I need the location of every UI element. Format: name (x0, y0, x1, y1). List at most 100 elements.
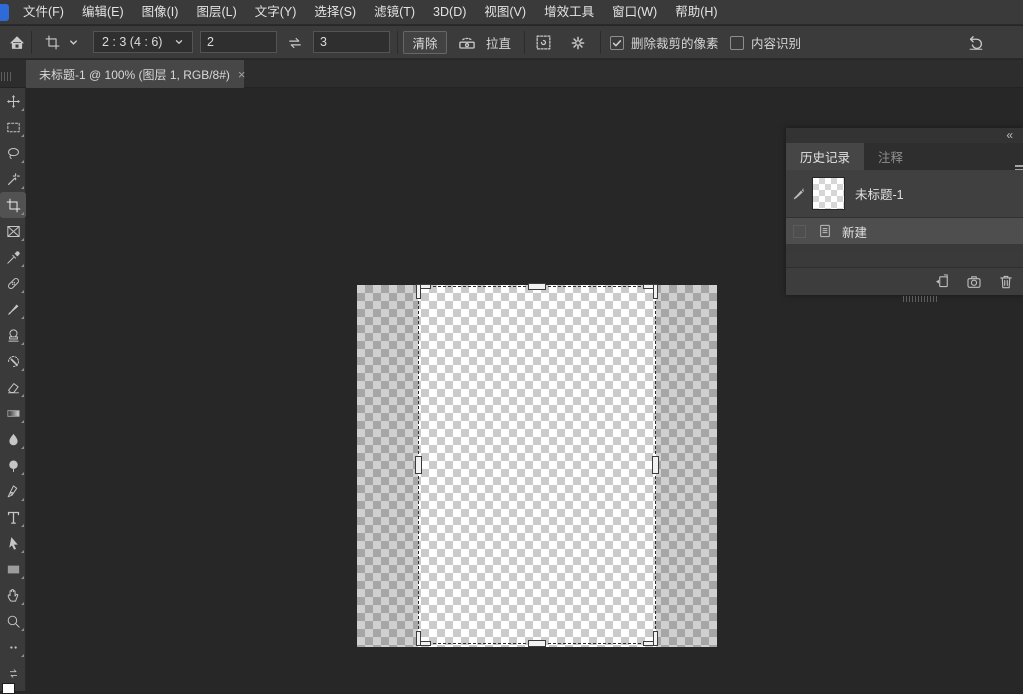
home-icon[interactable] (8, 26, 26, 59)
content-aware-checkbox[interactable] (730, 36, 744, 50)
crop-width-input[interactable] (200, 31, 277, 53)
menu-plugins[interactable]: 增效工具 (535, 0, 603, 25)
straighten-icon[interactable] (457, 26, 477, 59)
crop-tool[interactable] (0, 192, 26, 218)
menu-edit[interactable]: 编辑(E) (73, 0, 133, 25)
crop-bounding-box[interactable] (418, 286, 656, 644)
new-snapshot-camera-icon[interactable] (965, 273, 983, 291)
history-state-label: 新建 (842, 222, 867, 241)
photoshop-logo (0, 4, 9, 21)
panel-header: « (786, 128, 1023, 143)
type-tool[interactable] (0, 504, 26, 530)
menu-bar: 文件(F) 编辑(E) 图像(I) 图层(L) 文字(Y) 选择(S) 滤镜(T… (0, 0, 1023, 25)
crop-handle-top-left[interactable] (417, 285, 430, 298)
tool-preset-chevron-icon[interactable] (68, 26, 79, 59)
crop-ratio-select[interactable]: 2 : 3 (4 : 6) (93, 31, 193, 53)
tab-history[interactable]: 历史记录 (786, 143, 864, 170)
crop-tool-preset-icon[interactable] (44, 26, 61, 59)
crop-handle-right[interactable] (653, 457, 658, 473)
chevron-down-icon (174, 37, 184, 47)
menu-select[interactable]: 选择(S) (305, 0, 365, 25)
snapshot-label: 未标题-1 (855, 184, 904, 203)
history-list: 未标题-1 新建 (786, 170, 1023, 253)
shape-rectangle-tool[interactable] (0, 556, 26, 582)
separator (31, 31, 32, 54)
marquee-tool[interactable] (0, 114, 26, 140)
new-document-state-icon (812, 223, 838, 239)
menu-3d[interactable]: 3D(D) (424, 0, 475, 25)
document-checkerboard[interactable] (357, 285, 717, 647)
healing-brush-tool[interactable] (0, 270, 26, 296)
history-panel: « 历史记录 注释 未标题-1 新建 (786, 128, 1023, 295)
reset-tool-icon[interactable] (966, 26, 986, 59)
collapse-panel-icon[interactable]: « (1006, 128, 1013, 142)
snapshot-thumbnail[interactable] (812, 177, 845, 210)
close-tab-icon[interactable]: × (238, 67, 246, 82)
history-brush-source-icon[interactable] (786, 186, 812, 202)
content-aware-label: 内容识别 (751, 33, 801, 52)
check-icon (612, 38, 622, 48)
lasso-tool[interactable] (0, 140, 26, 166)
document-tab-title: 未标题-1 @ 100% (图层 1, RGB/8#) (39, 66, 230, 83)
history-source-well[interactable] (786, 225, 812, 238)
gradient-tool[interactable] (0, 400, 26, 426)
tab-notes[interactable]: 注释 (864, 143, 917, 170)
crop-handle-top[interactable] (529, 284, 545, 289)
menu-view[interactable]: 视图(V) (475, 0, 535, 25)
crop-handle-left[interactable] (416, 457, 421, 473)
hand-tool[interactable] (0, 582, 26, 608)
crop-settings-gear-icon[interactable] (569, 26, 587, 59)
path-select-tool[interactable] (0, 530, 26, 556)
history-brush-tool[interactable] (0, 348, 26, 374)
toolbar-grip[interactable] (1, 72, 13, 81)
content-aware-option[interactable]: 内容识别 (730, 26, 801, 59)
magic-wand-tool[interactable] (0, 166, 26, 192)
menu-file[interactable]: 文件(F) (14, 0, 73, 25)
document-tab[interactable]: 未标题-1 @ 100% (图层 1, RGB/8#) × (26, 60, 244, 88)
clear-button[interactable]: 清除 (403, 31, 447, 54)
frame-tool[interactable] (0, 218, 26, 244)
menu-type[interactable]: 文字(Y) (246, 0, 306, 25)
blur-tool[interactable] (0, 426, 26, 452)
delete-cropped-pixels-checkbox[interactable] (610, 36, 624, 50)
crop-height-input[interactable] (313, 31, 390, 53)
new-document-from-state-icon[interactable] (933, 273, 951, 291)
foreground-color-swatch[interactable] (2, 683, 15, 694)
menu-filter[interactable]: 滤镜(T) (365, 0, 424, 25)
menu-window[interactable]: 窗口(W) (603, 0, 666, 25)
panel-footer (786, 267, 1023, 295)
delete-state-trash-icon[interactable] (997, 273, 1015, 291)
crop-handle-bottom-right[interactable] (644, 632, 657, 645)
document-tab-bar: 未标题-1 @ 100% (图层 1, RGB/8#) × (0, 60, 1023, 88)
crop-options-bar: 2 : 3 (4 : 6) 清除 拉直 删除裁剪的像素 内容识别 (0, 26, 1023, 59)
separator (600, 31, 601, 54)
crop-overlay-options-icon[interactable] (534, 26, 553, 59)
more-tools-icon[interactable] (0, 634, 26, 660)
eraser-tool[interactable] (0, 374, 26, 400)
menu-help[interactable]: 帮助(H) (666, 0, 726, 25)
panel-tab-bar: 历史记录 注释 (786, 143, 1023, 170)
menu-image[interactable]: 图像(I) (133, 0, 188, 25)
crop-handle-top-right[interactable] (644, 285, 657, 298)
swap-width-height-icon[interactable] (286, 26, 304, 59)
straighten-label[interactable]: 拉直 (486, 26, 511, 59)
move-tool[interactable] (0, 88, 26, 114)
menu-layer[interactable]: 图层(L) (187, 0, 245, 25)
zoom-tool[interactable] (0, 608, 26, 634)
pen-tool[interactable] (0, 478, 26, 504)
dodge-tool[interactable] (0, 452, 26, 478)
history-state-row[interactable]: 新建 (786, 218, 1023, 244)
history-snapshot-row[interactable]: 未标题-1 (786, 170, 1023, 218)
delete-cropped-pixels-option[interactable]: 删除裁剪的像素 (610, 26, 719, 59)
crop-handle-bottom-left[interactable] (417, 632, 430, 645)
panel-resize-grip[interactable] (903, 296, 939, 302)
crop-ratio-value: 2 : 3 (4 : 6) (102, 35, 162, 49)
separator (397, 31, 398, 54)
eyedropper-tool[interactable] (0, 244, 26, 270)
delete-cropped-pixels-label: 删除裁剪的像素 (631, 33, 719, 52)
clone-stamp-tool[interactable] (0, 322, 26, 348)
crop-handle-bottom[interactable] (529, 641, 545, 646)
crop-shield-left (357, 285, 418, 647)
separator (524, 31, 525, 54)
brush-tool[interactable] (0, 296, 26, 322)
